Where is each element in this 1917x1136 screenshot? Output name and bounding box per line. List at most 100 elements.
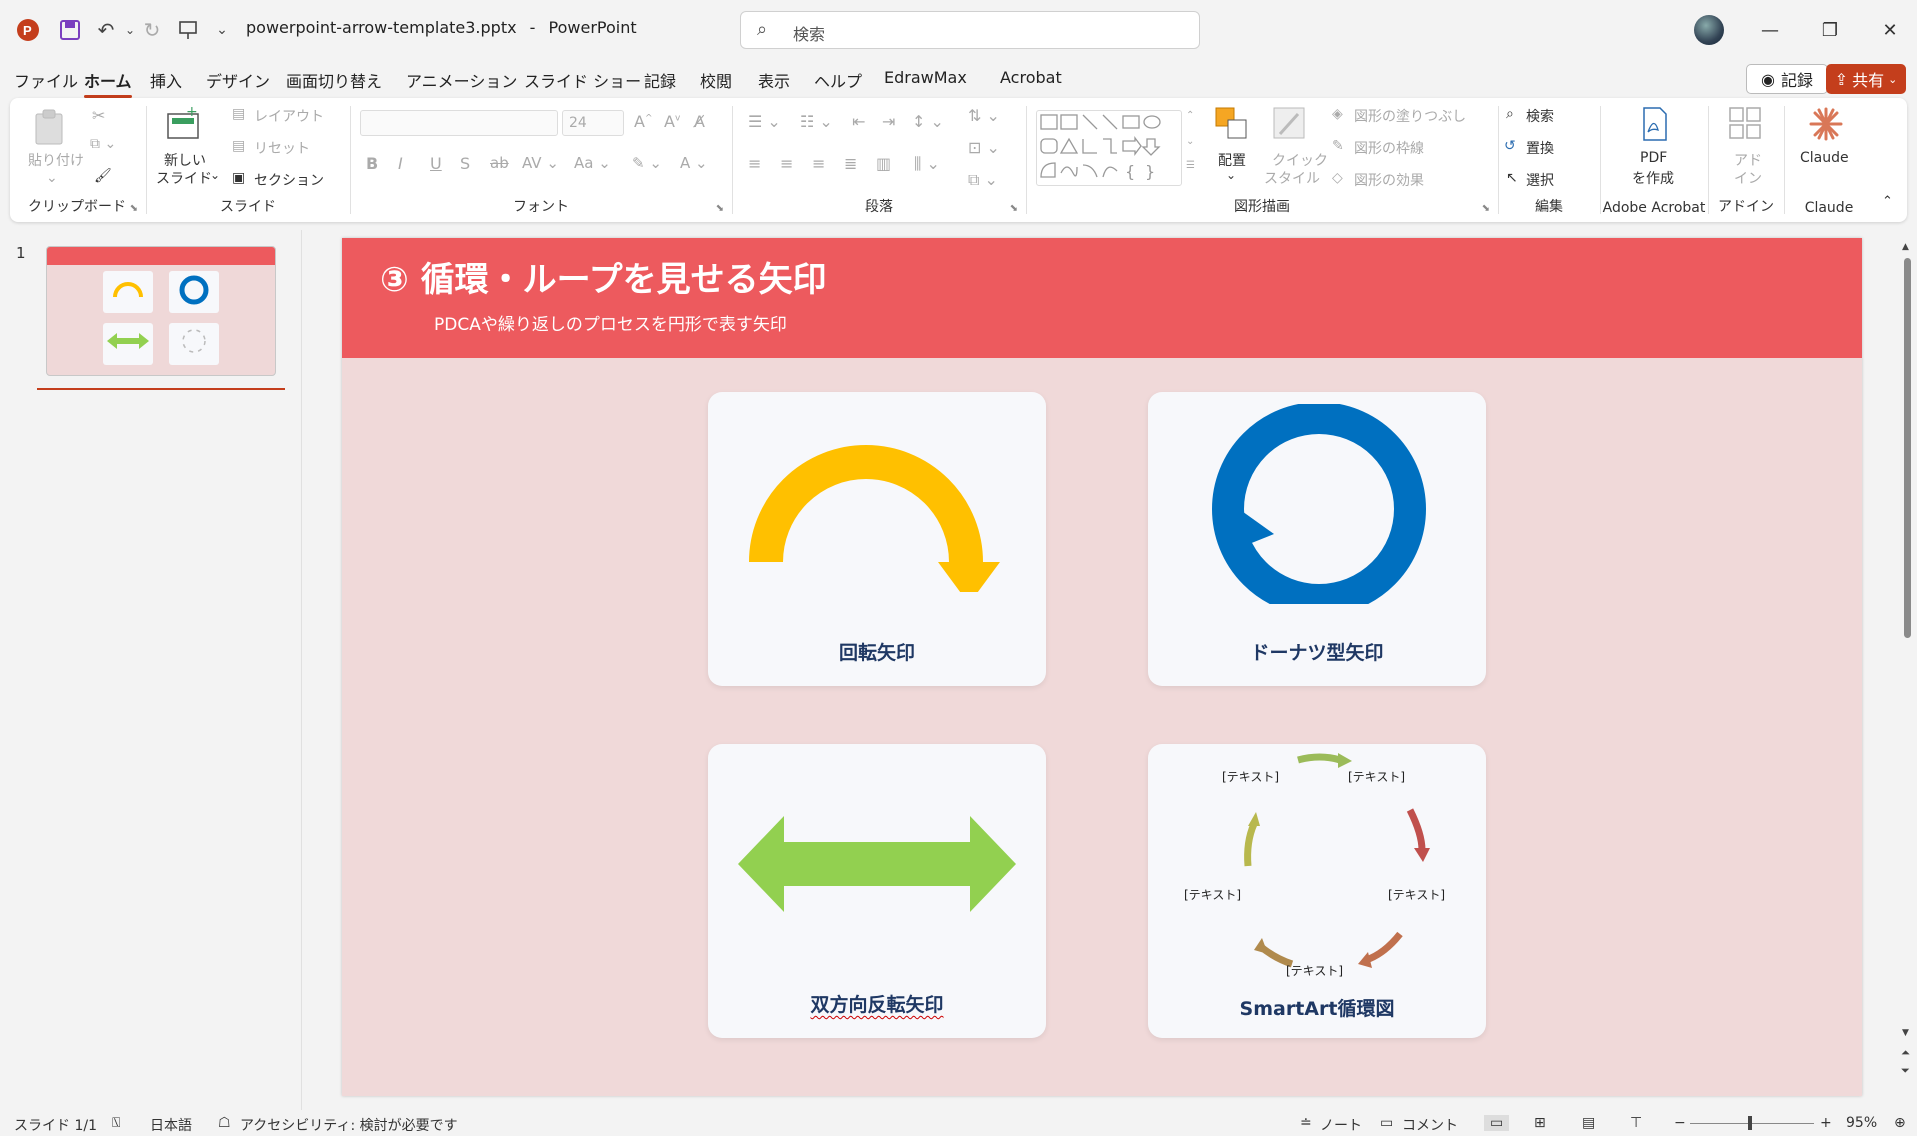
previous-slide-icon[interactable]: ⏶ — [1901, 1046, 1910, 1060]
card-label[interactable]: 回転矢印 — [708, 638, 1046, 665]
slide-canvas[interactable]: ③ 循環・ループを見せる矢印 PDCAや繰り返しのプロセスを円形で表す矢印 回転… — [342, 238, 1862, 1096]
comments-button[interactable]: コメント — [1402, 1115, 1458, 1135]
shape-outline-icon[interactable]: ✎ — [1332, 138, 1344, 154]
reset-icon[interactable]: ▤ — [232, 138, 245, 154]
italic-icon[interactable]: I — [398, 154, 403, 173]
new-slide-label-1[interactable]: 新しい — [164, 150, 206, 170]
clipboard-dialog-icon[interactable]: ⬊ — [130, 203, 138, 214]
claude-icon[interactable] — [1808, 106, 1844, 142]
next-slide-icon[interactable]: ⏷ — [1901, 1064, 1910, 1078]
gallery-up-icon[interactable]: ⌃ — [1186, 110, 1194, 121]
shadow-icon[interactable]: S — [460, 154, 470, 173]
columns-icon[interactable]: ⫼ ⌄ — [914, 154, 940, 174]
language-indicator[interactable]: 日本語 — [150, 1115, 192, 1135]
smartart-text-node[interactable]: [テキスト] — [1388, 886, 1445, 903]
reset-button[interactable]: リセット — [254, 138, 310, 158]
gallery-more-icon[interactable]: ☰ — [1186, 160, 1195, 171]
notes-icon[interactable]: ≐ — [1300, 1115, 1312, 1131]
scrollbar-thumb[interactable] — [1904, 258, 1911, 638]
tab-file[interactable]: ファイル — [14, 68, 78, 92]
slide-subtitle[interactable]: PDCAや繰り返しのプロセスを円形で表す矢印 — [434, 310, 787, 335]
tab-animations[interactable]: アニメーション — [406, 68, 517, 92]
tab-transitions[interactable]: 画面切り替え — [286, 68, 382, 92]
close-button[interactable]: ✕ — [1870, 14, 1910, 46]
shapes-gallery[interactable]: {} — [1036, 110, 1182, 186]
vertical-scrollbar[interactable]: ▲ ▼ ⏶ ⏷ — [1898, 230, 1917, 1110]
card-donut-arrow[interactable]: ドーナツ型矢印 — [1148, 392, 1486, 686]
new-slide-label-2[interactable]: スライド — [156, 168, 212, 188]
bullets-icon[interactable]: ☰ ⌄ — [748, 112, 781, 131]
decrease-indent-icon[interactable]: ⇤ — [852, 112, 865, 131]
replace-icon[interactable]: ↺ — [1504, 138, 1516, 154]
arrange-label[interactable]: 配置 — [1218, 150, 1246, 170]
align-left-icon[interactable]: ≡ — [748, 154, 761, 173]
paste-dropdown-icon[interactable]: ⌄ — [46, 170, 58, 186]
gallery-down-icon[interactable]: ⌄ — [1186, 136, 1194, 147]
quick-style-icon[interactable] — [1272, 106, 1308, 142]
addin-label-1[interactable]: アド — [1734, 150, 1762, 170]
shape-outline-button[interactable]: 図形の枠線 — [1354, 138, 1424, 158]
share-button[interactable]: ⇪ 共有 ⌄ — [1826, 64, 1906, 94]
tab-edrawmax[interactable]: EdrawMax — [884, 68, 967, 87]
accessibility-icon[interactable]: ☖ — [218, 1115, 231, 1131]
find-button[interactable]: 検索 — [1526, 106, 1554, 126]
slideshow-view-icon[interactable]: ⊤ — [1630, 1115, 1642, 1131]
fit-slide-icon[interactable]: ⊕ — [1894, 1115, 1906, 1131]
align-right-icon[interactable]: ≡ — [812, 154, 825, 173]
zoom-out-icon[interactable]: − — [1674, 1115, 1686, 1131]
normal-view-icon[interactable]: ▭ — [1484, 1115, 1510, 1131]
arrange-dropdown-icon[interactable]: ⌄ — [1226, 168, 1236, 182]
slide-title[interactable]: ③ 循環・ループを見せる矢印 — [380, 252, 827, 301]
notes-button[interactable]: ノート — [1320, 1115, 1362, 1135]
clear-format-icon[interactable]: A̸ — [694, 112, 705, 131]
select-button[interactable]: 選択 — [1526, 170, 1554, 190]
layout-icon[interactable]: ▤ — [232, 106, 245, 122]
scroll-down-icon[interactable]: ▼ — [1902, 1028, 1909, 1038]
bold-icon[interactable]: B — [366, 154, 378, 173]
tab-record[interactable]: 記録 — [644, 68, 676, 92]
underline-icon[interactable]: U — [430, 154, 442, 173]
addin-icon[interactable] — [1728, 106, 1764, 142]
arrange-icon[interactable] — [1214, 106, 1250, 142]
tab-insert[interactable]: 挿入 — [150, 68, 182, 92]
shape-effect-icon[interactable]: ◇ — [1332, 170, 1343, 186]
shape-fill-button[interactable]: 図形の塗りつぶし — [1354, 106, 1466, 126]
new-slide-icon[interactable]: + — [164, 104, 200, 142]
justify-icon[interactable]: ≣ — [844, 154, 857, 173]
zoom-in-icon[interactable]: + — [1820, 1115, 1832, 1131]
quick-style-label-2[interactable]: スタイル — [1264, 168, 1320, 188]
grow-font-icon[interactable]: A^ — [634, 112, 653, 131]
strikethrough-icon[interactable]: ab — [490, 154, 509, 172]
card-label[interactable]: SmartArt循環図 — [1148, 994, 1486, 1021]
addin-label-2[interactable]: イン — [1734, 168, 1762, 188]
find-icon[interactable]: ⌕ — [1506, 106, 1514, 122]
collapse-ribbon-icon[interactable]: ⌃ — [1882, 194, 1893, 209]
tab-slideshow[interactable]: スライド ショー — [524, 68, 641, 92]
increase-indent-icon[interactable]: ⇥ — [882, 112, 895, 131]
zoom-level[interactable]: 95% — [1846, 1115, 1877, 1131]
change-case-icon[interactable]: Aa ⌄ — [574, 154, 611, 172]
pdf-label-2[interactable]: を作成 — [1632, 168, 1674, 188]
spellcheck-icon[interactable]: ⍂ — [112, 1115, 120, 1131]
font-family-select[interactable] — [360, 110, 558, 136]
drawing-dialog-icon[interactable]: ⬊ — [1482, 203, 1490, 214]
pdf-label-1[interactable]: PDF — [1640, 150, 1667, 166]
minimize-button[interactable]: — — [1750, 14, 1790, 46]
card-label[interactable]: ドーナツ型矢印 — [1148, 638, 1486, 665]
search-box[interactable]: ⌕ 検索 — [740, 11, 1200, 49]
new-slide-dropdown-icon[interactable]: ⌄ — [210, 168, 220, 182]
tab-review[interactable]: 校閲 — [700, 68, 732, 92]
smartart-convert-icon[interactable]: ⧉ ⌄ — [968, 170, 998, 190]
tab-acrobat[interactable]: Acrobat — [1000, 68, 1062, 87]
paste-icon[interactable] — [32, 108, 68, 145]
double-arrow-shape[interactable] — [736, 812, 1020, 916]
shape-fill-icon[interactable]: ◈ — [1332, 106, 1343, 122]
shape-effect-button[interactable]: 図形の効果 — [1354, 170, 1424, 190]
smartart-cycle-shape[interactable] — [1188, 750, 1448, 986]
card-rotation-arrow[interactable]: 回転矢印 — [708, 392, 1046, 686]
smartart-text-node[interactable]: [テキスト] — [1348, 768, 1405, 785]
zoom-slider[interactable] — [1690, 1123, 1814, 1124]
redo-icon[interactable]: ↻ — [138, 16, 166, 44]
slide-counter[interactable]: スライド 1/1 — [14, 1115, 97, 1135]
customize-toolbar-icon[interactable]: ⌄ — [208, 16, 236, 44]
